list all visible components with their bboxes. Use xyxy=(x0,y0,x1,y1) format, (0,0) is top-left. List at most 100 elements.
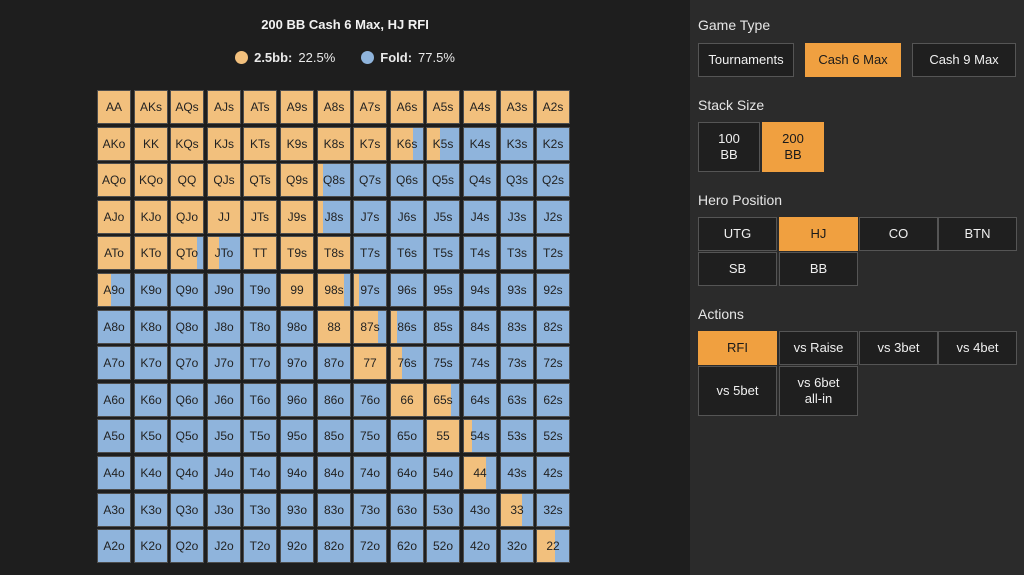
hand-cell[interactable]: A5s xyxy=(426,90,460,124)
hand-cell[interactable]: 82o xyxy=(317,529,351,563)
hand-cell[interactable]: Q7o xyxy=(170,346,204,380)
hand-cell[interactable]: 65o xyxy=(390,419,424,453)
hand-cell[interactable]: 84s xyxy=(463,310,497,344)
hand-cell[interactable]: K7s xyxy=(353,127,387,161)
hand-cell[interactable]: Q5o xyxy=(170,419,204,453)
position-bb-button[interactable]: BB xyxy=(779,252,858,286)
hand-cell[interactable]: 75s xyxy=(426,346,460,380)
hand-cell[interactable]: 64s xyxy=(463,383,497,417)
hand-cell[interactable]: K6s xyxy=(390,127,424,161)
hand-cell[interactable]: T4s xyxy=(463,236,497,270)
hand-cell[interactable]: J2s xyxy=(536,200,570,234)
hand-cell[interactable]: Q2o xyxy=(170,529,204,563)
hand-cell[interactable]: 84o xyxy=(317,456,351,490)
hand-cell[interactable]: A3s xyxy=(500,90,534,124)
hand-cell[interactable]: 96s xyxy=(390,273,424,307)
hand-cell[interactable]: K9s xyxy=(280,127,314,161)
hand-cell[interactable]: J7o xyxy=(207,346,241,380)
hand-cell[interactable]: ATs xyxy=(243,90,277,124)
hand-cell[interactable]: T9o xyxy=(243,273,277,307)
hand-cell[interactable]: JTo xyxy=(207,236,241,270)
hand-cell[interactable]: T3o xyxy=(243,493,277,527)
stack-100bb-button[interactable]: 100 BB xyxy=(698,122,760,172)
action-vs-raise-button[interactable]: vs Raise xyxy=(779,331,858,365)
hand-cell[interactable]: 98o xyxy=(280,310,314,344)
hand-cell[interactable]: 43o xyxy=(463,493,497,527)
hand-cell[interactable]: 74s xyxy=(463,346,497,380)
hand-cell[interactable]: 32o xyxy=(500,529,534,563)
hand-cell[interactable]: 85s xyxy=(426,310,460,344)
hand-cell[interactable]: 66 xyxy=(390,383,424,417)
hand-cell[interactable]: T2s xyxy=(536,236,570,270)
hand-cell[interactable]: J4s xyxy=(463,200,497,234)
hand-cell[interactable]: 97s xyxy=(353,273,387,307)
hand-cell[interactable]: Q3s xyxy=(500,163,534,197)
hand-cell[interactable]: 55 xyxy=(426,419,460,453)
hand-cell[interactable]: A8o xyxy=(97,310,131,344)
hand-cell[interactable]: Q9o xyxy=(170,273,204,307)
hand-cell[interactable]: 88 xyxy=(317,310,351,344)
hand-cell[interactable]: K4o xyxy=(134,456,168,490)
hand-cell[interactable]: K6o xyxy=(134,383,168,417)
hand-cell[interactable]: JJ xyxy=(207,200,241,234)
hand-cell[interactable]: AQs xyxy=(170,90,204,124)
hand-cell[interactable]: 87s xyxy=(353,310,387,344)
stack-200bb-button[interactable]: 200 BB xyxy=(762,122,824,172)
hand-cell[interactable]: 95o xyxy=(280,419,314,453)
hand-cell[interactable]: KJo xyxy=(134,200,168,234)
hand-cell[interactable]: K4s xyxy=(463,127,497,161)
hand-cell[interactable]: J2o xyxy=(207,529,241,563)
hand-cell[interactable]: 54s xyxy=(463,419,497,453)
hand-cell[interactable]: Q3o xyxy=(170,493,204,527)
hand-cell[interactable]: T2o xyxy=(243,529,277,563)
hand-cell[interactable]: 62o xyxy=(390,529,424,563)
hand-cell[interactable]: K5s xyxy=(426,127,460,161)
hand-cell[interactable]: A4s xyxy=(463,90,497,124)
hand-cell[interactable]: J9s xyxy=(280,200,314,234)
hand-cell[interactable]: A9o xyxy=(97,273,131,307)
hand-cell[interactable]: Q4s xyxy=(463,163,497,197)
hand-cell[interactable]: KJs xyxy=(207,127,241,161)
game-type-tournaments-button[interactable]: Tournaments xyxy=(698,43,794,77)
hand-cell[interactable]: A2o xyxy=(97,529,131,563)
action-vs-6bet-all-in-button[interactable]: vs 6bet all-in xyxy=(779,366,858,416)
hand-cell[interactable]: T9s xyxy=(280,236,314,270)
hand-cell[interactable]: 63o xyxy=(390,493,424,527)
hand-cell[interactable]: K9o xyxy=(134,273,168,307)
game-type-cash-9-max-button[interactable]: Cash 9 Max xyxy=(912,43,1016,77)
action-vs-3bet-button[interactable]: vs 3bet xyxy=(859,331,938,365)
hand-cell[interactable]: 86s xyxy=(390,310,424,344)
hand-cell[interactable]: 95s xyxy=(426,273,460,307)
hand-cell[interactable]: 94s xyxy=(463,273,497,307)
hand-cell[interactable]: 98s xyxy=(317,273,351,307)
hand-cell[interactable]: J5o xyxy=(207,419,241,453)
hand-cell[interactable]: J3s xyxy=(500,200,534,234)
hand-cell[interactable]: 82s xyxy=(536,310,570,344)
hand-cell[interactable]: AKo xyxy=(97,127,131,161)
hand-cell[interactable]: 42o xyxy=(463,529,497,563)
hand-cell[interactable]: A4o xyxy=(97,456,131,490)
hand-cell[interactable]: J6s xyxy=(390,200,424,234)
hand-cell[interactable]: 33 xyxy=(500,493,534,527)
position-utg-button[interactable]: UTG xyxy=(698,217,777,251)
hand-cell[interactable]: 73o xyxy=(353,493,387,527)
position-co-button[interactable]: CO xyxy=(859,217,938,251)
hand-cell[interactable]: 77 xyxy=(353,346,387,380)
hand-cell[interactable]: AQo xyxy=(97,163,131,197)
hand-cell[interactable]: QTs xyxy=(243,163,277,197)
hand-cell[interactable]: 93o xyxy=(280,493,314,527)
hand-cell[interactable]: 92s xyxy=(536,273,570,307)
hand-cell[interactable]: 62s xyxy=(536,383,570,417)
hand-cell[interactable]: T4o xyxy=(243,456,277,490)
hand-cell[interactable]: TT xyxy=(243,236,277,270)
hand-cell[interactable]: 76o xyxy=(353,383,387,417)
hand-cell[interactable]: 85o xyxy=(317,419,351,453)
hand-cell[interactable]: 75o xyxy=(353,419,387,453)
hand-cell[interactable]: 32s xyxy=(536,493,570,527)
hand-cell[interactable]: K5o xyxy=(134,419,168,453)
hand-cell[interactable]: 53o xyxy=(426,493,460,527)
hand-cell[interactable]: 53s xyxy=(500,419,534,453)
hand-cell[interactable]: J8s xyxy=(317,200,351,234)
hand-cell[interactable]: 72o xyxy=(353,529,387,563)
hand-cell[interactable]: Q9s xyxy=(280,163,314,197)
